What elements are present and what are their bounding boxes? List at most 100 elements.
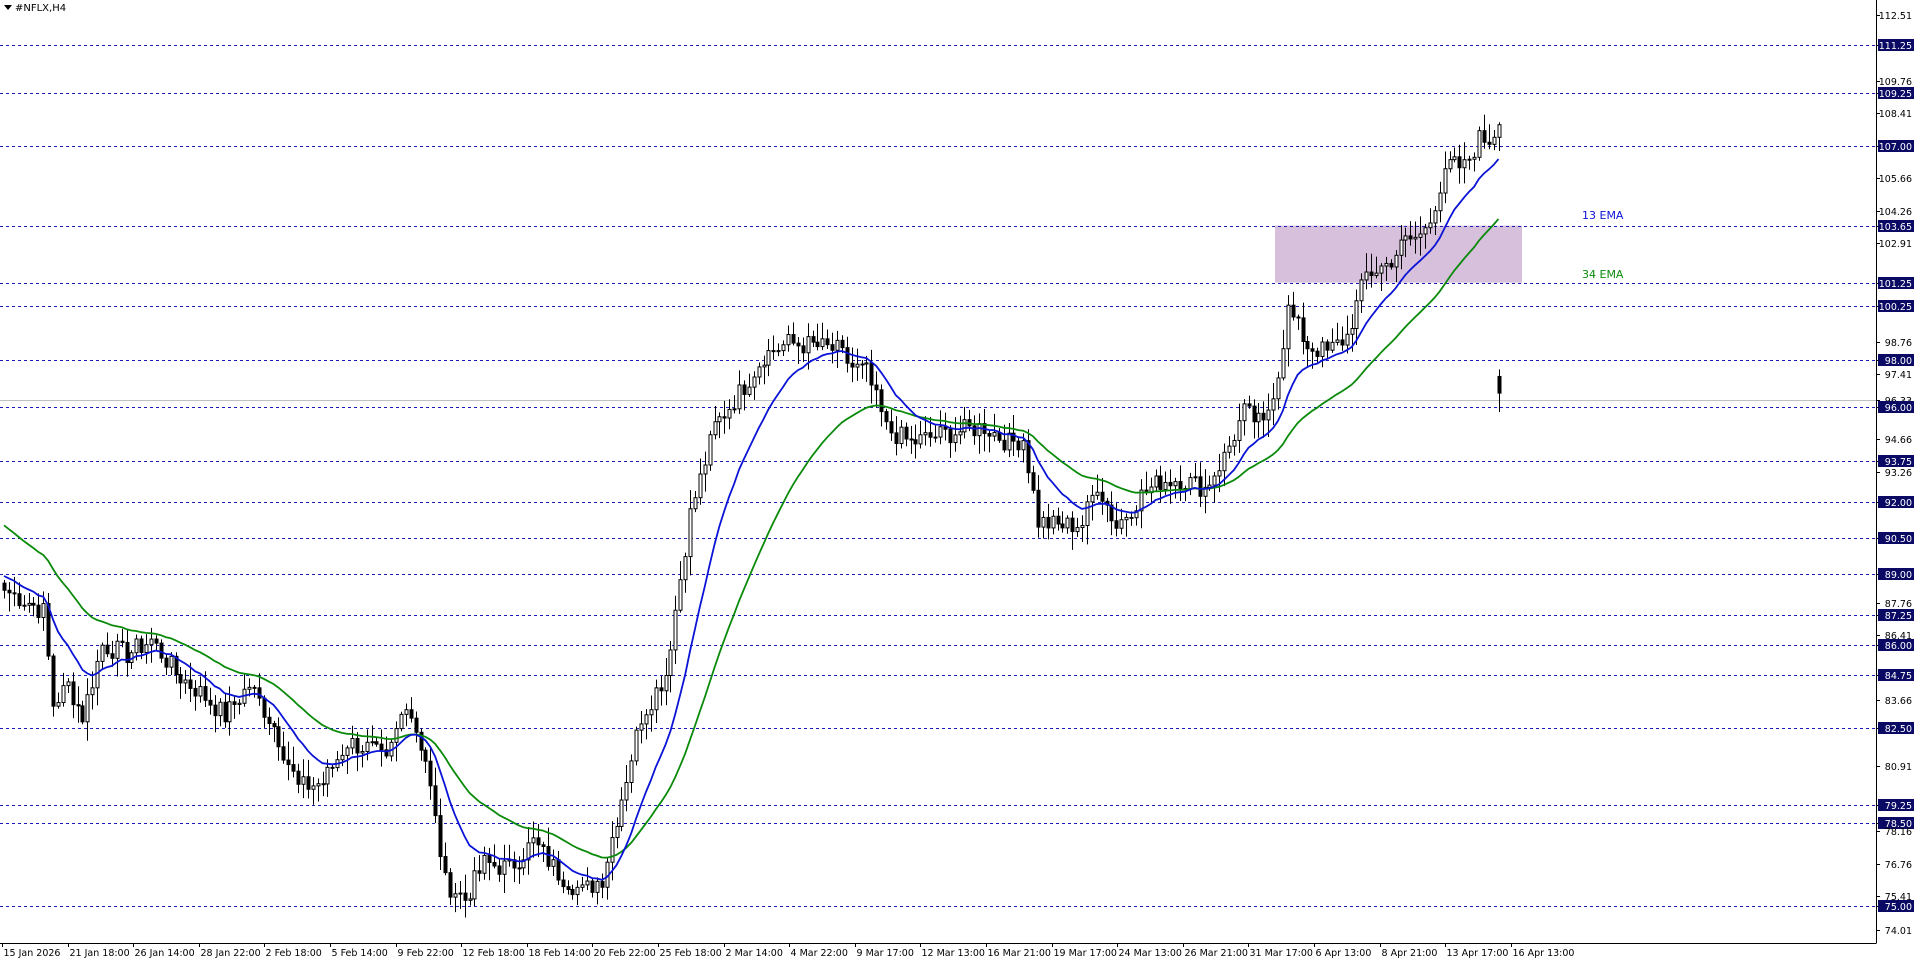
bear-candle-body [825, 338, 830, 346]
bear-candle-body [830, 344, 835, 351]
candle[interactable] [1477, 126, 1482, 161]
bull-candle-body [1477, 130, 1482, 158]
bear-candle-body [139, 638, 144, 653]
bear-candle-body [321, 783, 326, 786]
bull-candle-body [1256, 412, 1261, 423]
bull-candle-body [1222, 451, 1227, 472]
price-chart[interactable]: 13 EMA 34 EMA 112.51 111.25 109.76109.25 10… [0, 0, 1916, 963]
bear-candle-body [1252, 405, 1257, 423]
bull-candle-body [399, 713, 404, 730]
bull-candle-body [218, 701, 223, 717]
candle[interactable] [634, 726, 639, 766]
bear-candle-body [874, 384, 879, 391]
bull-candle-body [325, 766, 330, 785]
bull-candle-body [1095, 491, 1100, 496]
time-tick-label: 24 Mar 13:00 [1119, 948, 1182, 959]
bear-candle-body [1340, 339, 1345, 346]
time-tick-label: 28 Jan 22:00 [201, 948, 261, 959]
price-tick-label: 112.51 [1879, 11, 1912, 22]
bear-candle-body [374, 741, 379, 745]
bear-candle-body [561, 879, 566, 888]
bull-candle-body [1418, 233, 1423, 238]
bear-candle-body [1247, 403, 1252, 407]
bull-candle-body [1051, 515, 1056, 529]
bull-candle-body [1467, 158, 1472, 161]
level-price-label: 84.75 [1885, 671, 1912, 682]
level-price-label: 90.50 [1885, 534, 1912, 545]
time-tick-label: 20 Feb 22:00 [594, 948, 656, 959]
bear-candle-body [904, 426, 909, 440]
level-price-label: 82.50 [1885, 724, 1912, 735]
bull-candle-body [404, 709, 409, 715]
bull-candle-body [1237, 420, 1242, 441]
bear-candle-body [1158, 475, 1163, 490]
bull-candle-body [183, 679, 188, 684]
bull-candle-body [169, 655, 174, 668]
bear-candle-body [894, 432, 899, 445]
bull-candle-body [860, 363, 865, 366]
bull-candle-body [90, 687, 95, 696]
time-tick-label: 9 Mar 17:00 [857, 948, 914, 959]
bear-candle-body [791, 334, 796, 344]
bear-candle-body [178, 674, 183, 684]
bull-candle-body [1227, 445, 1232, 453]
price-tick-label: 108.41 [1879, 109, 1912, 120]
dropdown-triangle-icon[interactable] [4, 5, 12, 10]
bull-candle-body [1472, 156, 1477, 160]
candle[interactable] [708, 430, 713, 471]
ema34-legend: 34 EMA [1582, 268, 1624, 281]
bull-candle-body [22, 604, 27, 607]
bear-candle-body [590, 880, 595, 893]
bear-candle-body [1036, 489, 1041, 528]
bear-candle-body [110, 653, 115, 659]
bull-candle-body [370, 741, 375, 744]
candle[interactable] [399, 711, 404, 732]
price-tick-label: 78.16 [1885, 827, 1912, 838]
bull-candle-body [458, 892, 463, 895]
bear-candle-body [291, 764, 296, 772]
time-tick-label: 12 Mar 13:00 [922, 948, 985, 959]
time-tick-label: 26 Mar 21:00 [1185, 948, 1248, 959]
bear-candle-body [1296, 316, 1301, 319]
bear-candle-body [1291, 304, 1296, 318]
bull-candle-body [580, 884, 585, 888]
bull-candle-body [1188, 477, 1193, 489]
bear-candle-body [71, 681, 76, 706]
bull-candle-body [1452, 156, 1457, 161]
bear-candle-body [1369, 271, 1374, 277]
bull-candle-body [316, 783, 321, 787]
bear-candle-body [463, 892, 468, 901]
price-tick-label: 74.01 [1885, 926, 1912, 937]
chart-window-title[interactable]: #NFLX,H4 [4, 3, 66, 14]
bull-candle-body [683, 556, 688, 581]
bull-candle-body [806, 336, 811, 354]
bull-candle-body [1266, 409, 1271, 421]
bull-candle-body [472, 870, 477, 900]
bear-candle-body [845, 347, 850, 364]
bear-candle-body [1016, 440, 1021, 451]
price-tick-label: 87.76 [1885, 599, 1912, 610]
time-tick-label: 2 Feb 18:00 [266, 948, 322, 959]
time-tick-label: 2 Mar 14:00 [726, 948, 783, 959]
bear-candle-body [477, 870, 482, 874]
bull-candle-body [1281, 348, 1286, 379]
time-tick-label: 18 Feb 14:00 [529, 948, 591, 959]
time-tick-label: 16 Mar 21:00 [988, 948, 1051, 959]
bull-candle-body [1433, 210, 1438, 224]
bull-candle-body [1021, 440, 1026, 451]
bull-candle-body [698, 473, 703, 499]
level-price-label: 75.00 [1885, 902, 1912, 913]
bull-candle-body [688, 508, 693, 558]
bear-candle-body [840, 339, 845, 349]
price-tick-label: 105.66 [1879, 174, 1912, 185]
time-tick-label: 8 Apr 21:00 [1382, 948, 1438, 959]
bear-candle-body [1305, 340, 1310, 350]
time-tick-label: 9 Feb 22:00 [398, 948, 454, 959]
bear-candle-body [159, 642, 164, 659]
bull-candle-body [673, 609, 678, 651]
bear-candle-body [556, 859, 561, 881]
bull-candle-body [786, 334, 791, 346]
price-tick-label: 98.76 [1885, 338, 1912, 349]
bull-candle-body [66, 681, 71, 687]
bear-candle-body [286, 759, 291, 766]
